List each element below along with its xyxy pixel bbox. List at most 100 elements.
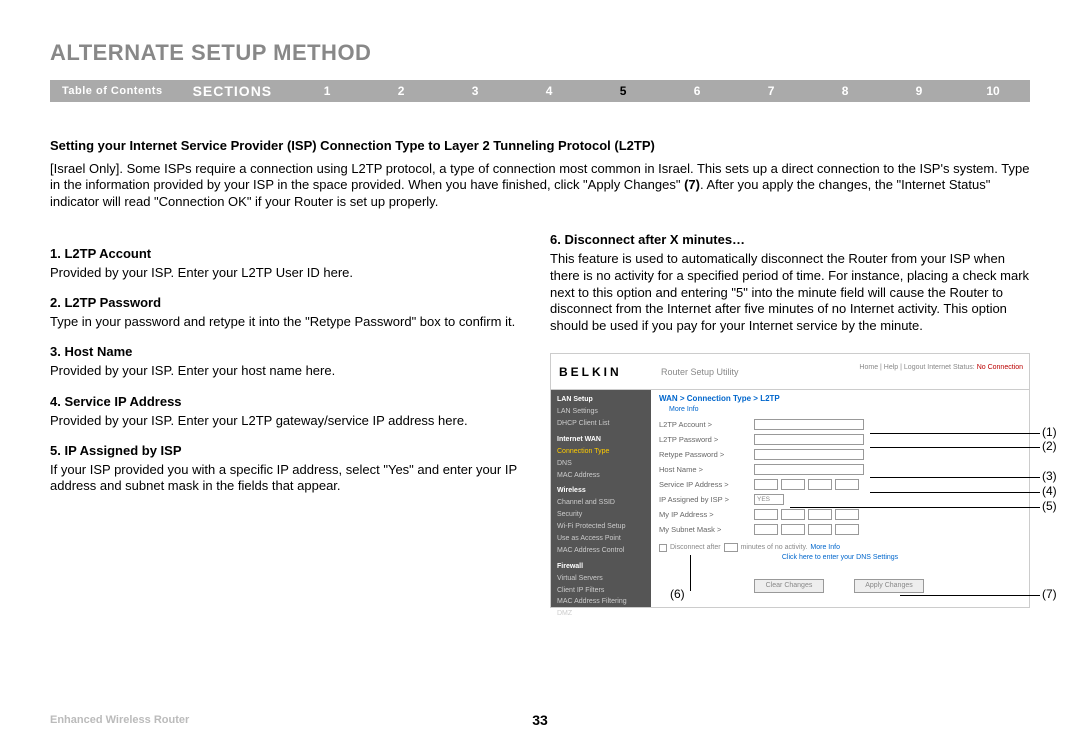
subnet-3[interactable] [808, 524, 832, 535]
section-1[interactable]: 1 [290, 84, 364, 98]
item-2-body: Type in your password and retype it into… [50, 314, 520, 330]
section-5[interactable]: 5 [586, 84, 660, 98]
router-top-links: Home | Help | Logout Internet Status: No… [859, 364, 1023, 371]
sidebar-lan-setup[interactable]: LAN Setup [557, 394, 645, 406]
ip-assigned-label: IP Assigned by ISP > [659, 495, 754, 504]
router-breadcrumb: WAN > Connection Type > L2TP [659, 394, 1021, 403]
sidebar-mac-filtering[interactable]: MAC Address Filtering [557, 596, 645, 608]
sidebar-dhcp-list[interactable]: DHCP Client List [557, 418, 645, 430]
left-column: 1. L2TP Account Provided by your ISP. En… [50, 232, 520, 608]
item-5-body: If your ISP provided you with a specific… [50, 462, 520, 495]
my-ip-2[interactable] [781, 509, 805, 520]
intro-body: [Israel Only]. Some ISPs require a conne… [50, 161, 1030, 210]
callout-6: (6) [670, 587, 685, 601]
item-6-body: This feature is used to automatically di… [550, 251, 1030, 335]
belkin-logo: BELKIN [551, 365, 651, 379]
disconnect-row: Disconnect after minutes of no activity.… [659, 543, 1021, 552]
my-ip-1[interactable] [754, 509, 778, 520]
disconnect-more-info[interactable]: More Info [810, 544, 840, 551]
service-ip-label: Service IP Address > [659, 480, 754, 489]
subnet-4[interactable] [835, 524, 859, 535]
l2tp-account-input[interactable] [754, 419, 864, 430]
section-nav: Table of Contents SECTIONS 1 2 3 4 5 6 7… [50, 80, 1030, 102]
sections-label: SECTIONS [175, 83, 291, 99]
footer-product: Enhanced Wireless Router [50, 714, 189, 726]
callout-4: (4) [1042, 484, 1057, 498]
host-name-input[interactable] [754, 464, 864, 475]
section-7[interactable]: 7 [734, 84, 808, 98]
callout-2: (2) [1042, 439, 1057, 453]
l2tp-password-label: L2TP Password > [659, 435, 754, 444]
disconnect-label-a: Disconnect after [670, 544, 721, 551]
more-info-link[interactable]: More Info [669, 406, 1021, 413]
sidebar-security[interactable]: Security [557, 509, 645, 521]
sidebar-access-point[interactable]: Use as Access Point [557, 533, 645, 545]
retype-password-input[interactable] [754, 449, 864, 460]
sidebar-dmz[interactable]: DMZ [557, 608, 645, 620]
item-3-head: 3. Host Name [50, 344, 520, 359]
callout-5: (5) [1042, 499, 1057, 513]
disconnect-label-b: minutes of no activity. [741, 544, 808, 551]
disconnect-checkbox[interactable] [659, 544, 667, 552]
ip-assigned-select[interactable]: YES [754, 494, 784, 505]
section-2[interactable]: 2 [364, 84, 438, 98]
my-ip-3[interactable] [808, 509, 832, 520]
router-screenshot: BELKIN Router Setup Utility Home | Help … [550, 353, 1030, 608]
router-utility-label: Router Setup Utility [651, 367, 739, 377]
sidebar-wps[interactable]: Wi-Fi Protected Setup [557, 521, 645, 533]
apply-changes-button[interactable]: Apply Changes [854, 579, 924, 593]
subnet-2[interactable] [781, 524, 805, 535]
item-1-body: Provided by your ISP. Enter your L2TP Us… [50, 265, 520, 281]
intro-body-bold: (7) [684, 177, 700, 192]
subnet-1[interactable] [754, 524, 778, 535]
internet-status-value: No Connection [977, 364, 1023, 371]
section-10[interactable]: 10 [956, 84, 1030, 98]
page-footer: Enhanced Wireless Router 33 [50, 714, 1030, 726]
toc-link[interactable]: Table of Contents [50, 85, 175, 97]
retype-password-label: Retype Password > [659, 450, 754, 459]
item-3-body: Provided by your ISP. Enter your host na… [50, 363, 520, 379]
disconnect-minutes-input[interactable] [724, 543, 738, 552]
dns-settings-link[interactable]: Click here to enter your DNS Settings [659, 554, 1021, 561]
sidebar-virtual-servers[interactable]: Virtual Servers [557, 573, 645, 585]
sidebar-firewall[interactable]: Firewall [557, 561, 645, 573]
clear-changes-button[interactable]: Clear Changes [754, 579, 824, 593]
sidebar-dns[interactable]: DNS [557, 458, 645, 470]
sidebar-channel-ssid[interactable]: Channel and SSID [557, 497, 645, 509]
item-2-head: 2. L2TP Password [50, 295, 520, 310]
sidebar-wireless[interactable]: Wireless [557, 485, 645, 497]
service-ip-1[interactable] [754, 479, 778, 490]
sidebar-connection-type[interactable]: Connection Type [557, 446, 645, 458]
item-4-body: Provided by your ISP. Enter your L2TP ga… [50, 413, 520, 429]
item-5-head: 5. IP Assigned by ISP [50, 443, 520, 458]
callout-1: (1) [1042, 425, 1057, 439]
router-main-panel: WAN > Connection Type > L2TP More Info L… [651, 390, 1029, 607]
host-name-label: Host Name > [659, 465, 754, 474]
callout-7: (7) [1042, 587, 1057, 601]
sidebar-mac-address[interactable]: MAC Address [557, 470, 645, 482]
service-ip-3[interactable] [808, 479, 832, 490]
router-sidebar: LAN Setup LAN Settings DHCP Client List … [551, 390, 651, 607]
subnet-mask-label: My Subnet Mask > [659, 525, 754, 534]
section-6[interactable]: 6 [660, 84, 734, 98]
item-4-head: 4. Service IP Address [50, 394, 520, 409]
sidebar-lan-settings[interactable]: LAN Settings [557, 406, 645, 418]
service-ip-2[interactable] [781, 479, 805, 490]
footer-page-number: 33 [532, 712, 548, 728]
section-4[interactable]: 4 [512, 84, 586, 98]
item-6-head: 6. Disconnect after X minutes… [550, 232, 1030, 247]
page-title: ALTERNATE SETUP METHOD [50, 40, 1030, 66]
my-ip-label: My IP Address > [659, 510, 754, 519]
item-1-head: 1. L2TP Account [50, 246, 520, 261]
my-ip-4[interactable] [835, 509, 859, 520]
sidebar-mac-control[interactable]: MAC Address Control [557, 545, 645, 557]
section-3[interactable]: 3 [438, 84, 512, 98]
section-9[interactable]: 9 [882, 84, 956, 98]
service-ip-4[interactable] [835, 479, 859, 490]
sidebar-client-ip-filters[interactable]: Client IP Filters [557, 585, 645, 597]
sidebar-internet-wan[interactable]: Internet WAN [557, 434, 645, 446]
section-8[interactable]: 8 [808, 84, 882, 98]
l2tp-password-input[interactable] [754, 434, 864, 445]
right-column: 6. Disconnect after X minutes… This feat… [550, 232, 1030, 608]
l2tp-account-label: L2TP Account > [659, 420, 754, 429]
